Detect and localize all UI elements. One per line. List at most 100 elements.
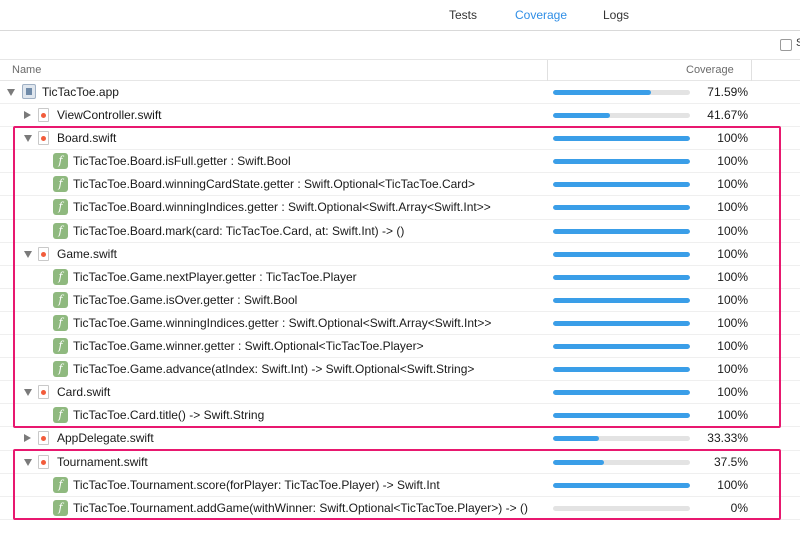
coverage-bar [553, 320, 690, 326]
row-name: TicTacToe.Board.winningIndices.getter : … [73, 200, 491, 215]
coverage-bar [553, 228, 690, 234]
coverage-percent: 100% [717, 292, 748, 307]
row-name: TicTacToe.Tournament.score(forPlayer: Ti… [73, 477, 440, 492]
disclosure-open-icon[interactable] [24, 250, 32, 258]
row-name: TicTacToe.Game.winner.getter : Swift.Opt… [73, 339, 424, 354]
swift-file-icon [38, 454, 49, 469]
function-icon: f [53, 268, 68, 285]
coverage-bar [553, 459, 690, 465]
function-icon: f [53, 361, 68, 378]
coverage-bar-fill [553, 344, 690, 350]
coverage-bar-fill [553, 90, 652, 95]
function-icon: f [53, 291, 68, 308]
coverage-bar [553, 436, 690, 442]
function-row[interactable]: f TicTacToe.Board.mark(card: TicTacToe.Ca… [0, 220, 800, 243]
tab-tests[interactable]: Tests [449, 8, 477, 22]
row-name: AppDelegate.swift [57, 431, 154, 446]
disclosure-closed-icon[interactable] [24, 434, 31, 443]
coverage-percent: 37.5% [713, 454, 748, 469]
row-name: TicTacToe.Card.title() -> Swift.String [73, 408, 265, 423]
coverage-percent: 100% [717, 315, 748, 330]
file-row[interactable]: AppDelegate.swift 33.33% [0, 427, 800, 451]
disclosure-open-icon[interactable] [24, 458, 32, 466]
coverage-bar-fill [553, 297, 690, 303]
disclosure-closed-icon[interactable] [24, 111, 31, 120]
file-row[interactable]: Card.swift 100% [0, 381, 800, 405]
coverage-bar-fill [553, 274, 690, 280]
coverage-percent: 100% [717, 362, 748, 377]
row-name: TicTacToe.app [42, 85, 119, 99]
row-name: TicTacToe.Game.nextPlayer.getter : TicTa… [73, 269, 357, 284]
row-name: Card.swift [57, 385, 111, 400]
coverage-bar-fill [553, 228, 690, 234]
coverage-percent: 100% [717, 200, 748, 215]
file-row[interactable]: Game.swift 100% [0, 242, 800, 266]
target-row[interactable]: TicTacToe.app 71.59% [0, 81, 800, 105]
coverage-percent: 100% [717, 131, 748, 146]
coverage-percent: 71.59% [707, 85, 748, 99]
row-name: TicTacToe.Board.mark(card: TicTacToe.Car… [73, 223, 405, 238]
column-header: Name Coverage [0, 59, 800, 81]
coverage-bar [553, 274, 690, 280]
coverage-bar-fill [553, 436, 599, 442]
swift-file-icon [38, 431, 49, 446]
column-header-name[interactable]: Name [12, 64, 41, 76]
tab-coverage[interactable]: Coverage [515, 8, 567, 22]
coverage-percent: 100% [717, 408, 748, 423]
disclosure-open-icon[interactable] [24, 389, 32, 397]
function-row[interactable]: f TicTacToe.Game.winner.getter : Swift.Op… [0, 335, 800, 359]
coverage-bar [553, 505, 690, 511]
function-row[interactable]: f TicTacToe.Game.advance(atIndex: Swift.I… [0, 358, 800, 382]
column-divider[interactable] [751, 60, 752, 81]
function-row[interactable]: f TicTacToe.Board.isFull.getter : Swift.B… [0, 150, 800, 174]
swift-file-icon [38, 385, 49, 400]
options-bar [0, 31, 800, 59]
function-row[interactable]: f TicTacToe.Board.winningIndices.getter :… [0, 196, 800, 220]
coverage-bar-fill [553, 367, 690, 373]
column-divider[interactable] [547, 60, 548, 81]
coverage-bar-fill [553, 482, 690, 488]
function-icon: f [53, 338, 68, 355]
coverage-bar-fill [553, 205, 690, 211]
row-name: TicTacToe.Tournament.addGame(withWinner:… [73, 500, 528, 515]
file-row[interactable]: Board.swift 100% [0, 127, 800, 151]
function-row[interactable]: f TicTacToe.Board.winningCardState.getter… [0, 173, 800, 197]
swift-file-icon [38, 108, 49, 123]
function-row[interactable]: f TicTacToe.Game.nextPlayer.getter : TicT… [0, 266, 800, 289]
coverage-bar [553, 413, 690, 419]
coverage-bar-fill [553, 320, 690, 326]
swift-file-icon [38, 246, 49, 261]
option-checkbox[interactable] [780, 39, 792, 51]
coverage-bar-fill [553, 390, 690, 396]
app-target-icon [22, 84, 36, 99]
coverage-bar [553, 367, 690, 373]
file-row[interactable]: ViewController.swift 41.67% [0, 104, 800, 128]
function-row[interactable]: f TicTacToe.Tournament.addGame(withWinner… [0, 497, 800, 520]
coverage-percent: 0% [730, 500, 748, 515]
function-row[interactable]: f TicTacToe.Game.winningIndices.getter : … [0, 312, 800, 336]
coverage-outline: TicTacToe.app 71.59% ViewController.swift 4… [0, 81, 800, 520]
coverage-percent: 100% [717, 339, 748, 354]
column-header-coverage[interactable]: Coverage [686, 64, 734, 76]
coverage-bar [553, 113, 690, 119]
function-icon: f [53, 153, 68, 170]
coverage-percent: 100% [717, 154, 748, 169]
disclosure-open-icon[interactable] [24, 135, 32, 143]
coverage-percent: 100% [717, 223, 748, 238]
row-name: TicTacToe.Game.advance(atIndex: Swift.In… [73, 362, 475, 377]
coverage-bar [553, 390, 690, 396]
swift-file-icon [38, 131, 49, 146]
coverage-bar-fill [553, 459, 605, 465]
coverage-bar-fill [553, 159, 690, 165]
coverage-bar [553, 90, 690, 95]
function-row[interactable]: f TicTacToe.Game.isOver.getter : Swift.Bo… [0, 288, 800, 312]
coverage-percent: 33.33% [707, 431, 748, 446]
tab-logs[interactable]: Logs [603, 8, 629, 22]
function-icon: f [53, 176, 68, 193]
disclosure-open-icon[interactable] [7, 89, 15, 96]
function-row[interactable]: f TicTacToe.Card.title() -> Swift.String 1… [0, 404, 800, 428]
function-row[interactable]: f TicTacToe.Tournament.score(forPlayer: T… [0, 473, 800, 497]
coverage-bar [553, 205, 690, 211]
file-row[interactable]: Tournament.swift 37.5% [0, 451, 800, 474]
function-icon: f [53, 314, 68, 331]
